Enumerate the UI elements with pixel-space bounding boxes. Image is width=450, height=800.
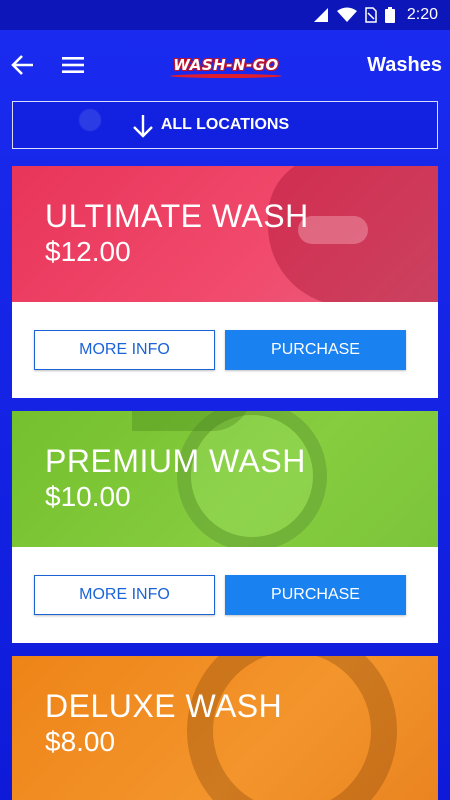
purchase-button[interactable]: PURCHASE bbox=[225, 575, 406, 615]
wash-price: $12.00 bbox=[45, 236, 131, 267]
wash-card-ultimate: ULTIMATE WASH $12.00 MORE INFO PURCHASE bbox=[12, 166, 438, 398]
purchase-button[interactable]: PURCHASE bbox=[225, 330, 406, 370]
logo-swoosh bbox=[170, 74, 282, 78]
arrow-down-icon bbox=[133, 115, 153, 138]
more-info-button[interactable]: MORE INFO bbox=[34, 330, 215, 370]
page-title: Washes bbox=[367, 54, 442, 76]
tire-silhouette bbox=[187, 656, 397, 800]
card-actions: MORE INFO PURCHASE bbox=[12, 302, 438, 398]
battery-icon bbox=[384, 7, 395, 23]
all-locations-label: ALL LOCATIONS bbox=[160, 116, 290, 133]
wash-banner: DELUXE WASH $8.00 bbox=[12, 656, 438, 800]
back-arrow-icon bbox=[11, 55, 33, 75]
wifi-icon bbox=[336, 7, 357, 22]
card-actions: MORE INFO PURCHASE bbox=[12, 547, 438, 643]
signal-icon bbox=[313, 8, 328, 22]
back-button[interactable] bbox=[10, 52, 36, 78]
wash-name: PREMIUM WASH bbox=[45, 443, 306, 479]
no-sim-icon bbox=[365, 7, 377, 23]
wash-card-deluxe: DELUXE WASH $8.00 bbox=[12, 656, 438, 800]
wash-banner: ULTIMATE WASH $12.00 bbox=[12, 166, 438, 302]
status-bar: 2:20 bbox=[0, 0, 450, 30]
wash-price: $8.00 bbox=[45, 726, 116, 757]
app-bar: WASH-N-GO Washes bbox=[0, 30, 450, 100]
menu-button[interactable] bbox=[60, 52, 86, 78]
status-time: 2:20 bbox=[406, 6, 438, 23]
more-info-button[interactable]: MORE INFO bbox=[34, 575, 215, 615]
wash-price: $10.00 bbox=[45, 481, 131, 512]
all-locations-button[interactable]: ALL LOCATIONS bbox=[12, 101, 438, 149]
wash-name: ULTIMATE WASH bbox=[45, 198, 309, 234]
menu-icon bbox=[62, 57, 84, 73]
wash-card-premium: PREMIUM WASH $10.00 MORE INFO PURCHASE bbox=[12, 411, 438, 643]
logo-text: WASH-N-GO bbox=[173, 56, 279, 74]
wash-n-go-logo: WASH-N-GO bbox=[162, 52, 290, 78]
wash-banner: PREMIUM WASH $10.00 bbox=[12, 411, 438, 547]
wash-name: DELUXE WASH bbox=[45, 688, 283, 724]
